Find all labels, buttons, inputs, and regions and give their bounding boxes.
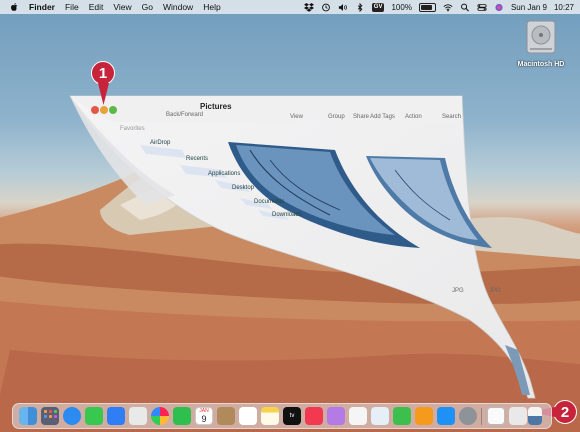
- documents-stack-dock-icon[interactable]: [509, 407, 527, 425]
- apple-tv-dock-icon[interactable]: tv: [283, 407, 301, 425]
- file-type-label: JPG: [489, 288, 501, 294]
- step-callout-1: 1: [91, 61, 115, 85]
- sidebar-item-downloads[interactable]: Downloads: [272, 212, 302, 218]
- downloads-stack-dock-icon[interactable]: [487, 407, 505, 425]
- launchpad-dock-icon[interactable]: [41, 407, 59, 425]
- safari-dock-icon[interactable]: [63, 407, 81, 425]
- messages-dock-icon[interactable]: [85, 407, 103, 425]
- toolbar-group[interactable]: Group: [328, 114, 345, 120]
- minimized-window-dock-icon[interactable]: [528, 407, 542, 425]
- sidebar-item-desktop[interactable]: Desktop: [232, 185, 254, 191]
- app-store-dock-icon[interactable]: [437, 407, 455, 425]
- toolbar-add-tags[interactable]: Add Tags: [370, 114, 395, 120]
- reminders-dock-icon[interactable]: [239, 407, 257, 425]
- pages-dock-icon[interactable]: [415, 407, 433, 425]
- file-type-label: JPG: [452, 288, 464, 294]
- sidebar-favorites-heading: Favorites: [120, 126, 145, 132]
- contacts-dock-icon[interactable]: [217, 407, 235, 425]
- toolbar-search[interactable]: Search: [442, 114, 461, 120]
- maps-dock-icon[interactable]: [129, 407, 147, 425]
- window-title: Pictures: [200, 102, 232, 111]
- photos-dock-icon[interactable]: [151, 407, 169, 425]
- podcasts-dock-icon[interactable]: [327, 407, 345, 425]
- calendar-day: 9: [201, 414, 207, 424]
- mail-dock-icon[interactable]: [107, 407, 125, 425]
- music-dock-icon[interactable]: [305, 407, 323, 425]
- sidebar-item-applications[interactable]: Applications: [208, 171, 240, 177]
- finder-window-minimizing: Back/Forward Pictures View Group Share A…: [0, 0, 580, 432]
- toolbar-view[interactable]: View: [290, 114, 303, 120]
- sidebar-item-documents[interactable]: Documents: [254, 199, 284, 205]
- facetime-dock-icon[interactable]: [173, 407, 191, 425]
- sidebar-item-recents[interactable]: Recents: [186, 156, 208, 162]
- callout-pointer-1: [98, 83, 109, 105]
- news-dock-icon[interactable]: [349, 407, 367, 425]
- keynote-dock-icon[interactable]: [371, 407, 389, 425]
- toolbar-action[interactable]: Action: [405, 114, 422, 120]
- numbers-dock-icon[interactable]: [393, 407, 411, 425]
- finder-dock-icon[interactable]: [19, 407, 37, 425]
- calendar-dock-icon[interactable]: JAN 9: [195, 407, 213, 425]
- system-preferences-dock-icon[interactable]: [459, 407, 477, 425]
- toolbar-share[interactable]: Share: [353, 114, 369, 120]
- dock: JAN 9 tv: [12, 403, 552, 429]
- sidebar-item-airdrop[interactable]: AirDrop: [150, 140, 170, 146]
- notes-dock-icon[interactable]: [261, 407, 279, 425]
- dock-divider: [481, 408, 482, 425]
- back-forward-label[interactable]: Back/Forward: [166, 112, 203, 118]
